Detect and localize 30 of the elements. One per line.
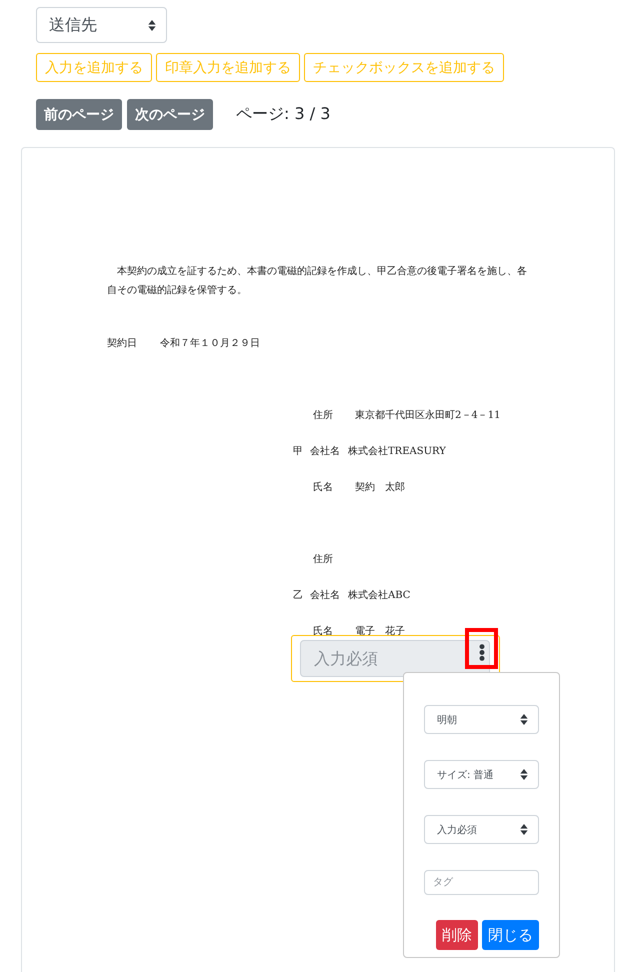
dropdown-select[interactable]: 入力必須	[424, 815, 539, 844]
page-nav-button[interactable]: 前のページ	[36, 99, 122, 130]
page-indicator: ページ: 3 / 3	[236, 104, 330, 125]
company-value: 株式会社TREASURY	[348, 444, 446, 459]
tag-input[interactable]: タグ	[424, 870, 539, 895]
document-paragraph: 本契約の成立を証するため、本書の電磁的記録を作成し、甲乙合意の後電子署名を施し、各自その電磁的記録を保管する。	[107, 264, 528, 298]
dropdown-select[interactable]: サイズ: 普通	[424, 760, 539, 789]
updown-icon	[520, 769, 528, 780]
party-mark: 乙	[293, 589, 304, 603]
required-input-field[interactable]: 入力必須	[300, 640, 490, 677]
name-value: 契約 太郎	[355, 480, 405, 495]
recipient-select[interactable]: 送信先	[36, 7, 167, 43]
address-label: 住所	[313, 408, 334, 423]
address-label: 住所	[313, 552, 334, 567]
more-options-icon[interactable]	[478, 644, 484, 661]
close-button[interactable]: 閉じる	[482, 920, 539, 950]
party-mark: 甲	[293, 445, 304, 459]
updown-icon	[520, 714, 528, 725]
company-label: 会社名	[310, 588, 341, 603]
updown-icon	[520, 824, 528, 835]
page-nav-button[interactable]: 次のページ	[127, 99, 213, 130]
date-label: 契約日	[107, 336, 138, 351]
date-value: 令和７年１０月２９日	[160, 336, 260, 351]
updown-icon	[148, 20, 156, 30]
delete-button[interactable]: 削除	[436, 920, 478, 950]
dropdown-select[interactable]: 明朝	[424, 705, 539, 734]
address-value: 東京都千代田区永田町2－4－11	[355, 408, 500, 423]
company-value: 株式会社ABC	[348, 588, 410, 603]
company-label: 会社名	[310, 444, 341, 459]
name-label: 氏名	[313, 480, 334, 495]
